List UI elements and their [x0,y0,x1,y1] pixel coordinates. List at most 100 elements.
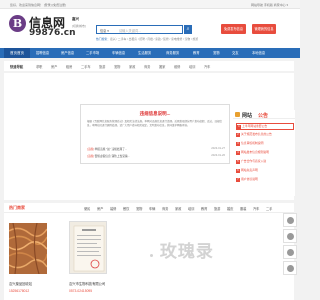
float-share-button[interactable] [283,213,297,227]
search-input[interactable]: 请输入关键词... [119,28,141,33]
quick-nav-item[interactable]: 搬家 [159,64,165,69]
notice-tag: [违规] [87,155,94,158]
notice-text: 警惕虚假信息 谨防上当受骗... [94,155,130,158]
search-icon: ⌕ [186,26,190,32]
announcement-item[interactable]: 4 网站发布信息规则说明 [236,150,294,155]
product-phone: 15256178012 [9,289,30,293]
logo-url[interactable]: 99876.cn [29,28,75,38]
product-title[interactable]: 嘉兴废品回收站 [9,281,32,286]
float-qr-button[interactable] [283,245,297,259]
notice-text: 举报违规 "如" 违规处理了... [94,148,128,151]
publish-button[interactable]: 免费发布信息 [221,24,246,34]
shop-cat[interactable]: 装修 [110,206,116,211]
quick-nav-item[interactable]: 租房 [66,64,72,69]
shop-bar: 热门商家 便民 房产 装修 餐饮 宠物 车辆 商务 家政 培训 教育 旅游 婚庆… [4,203,294,213]
shop-cat[interactable]: 婚庆 [227,206,233,211]
announcement-item[interactable]: 2 关于规范发布信息的公告 [236,132,294,137]
quick-nav-item[interactable]: 旅游 [99,64,105,69]
announcement-item-label: 信息审核机制说明 [241,141,264,145]
announcement-item-label: 上半年网站重要公告 [242,124,268,128]
shop-cat[interactable]: 车辆 [149,206,155,211]
float-wechat-button[interactable] [283,229,297,243]
nav-item[interactable]: 交友 [232,48,239,58]
publish-label: 免费发布信息 [223,27,244,31]
shop-cat[interactable]: 宠物 [136,206,142,211]
nav-item[interactable]: 二手市场 [86,48,99,58]
search-button[interactable]: ⌕ [184,25,192,34]
qr-icon [287,249,294,256]
product-title[interactable]: 嘉兴市生物科技有限公司 [69,281,105,286]
quick-nav-item[interactable]: 培训 [189,64,195,69]
shop-list [4,213,294,300]
search-box[interactable]: 信息 ▾ 请输入关键词... [96,25,183,34]
quick-nav-item[interactable]: 维修 [174,64,180,69]
announcement-item-label: 网站免责声明 [241,168,258,172]
notice-row[interactable]: [违规] 举报违规 "如" 违规处理了... 2023-01-27 [87,147,225,151]
shop-cat[interactable]: 房产 [97,206,103,211]
notice-title: 违规信息说明... [139,111,171,116]
share-icon [287,217,294,224]
notice-date: 2023-01-26 [211,154,225,157]
announcement-item[interactable]: 6 网站免责声明 [236,168,294,173]
nav-item[interactable]: 招聘信息 [36,48,49,58]
notice-row[interactable]: [违规] 警惕虚假信息 谨防上当受骗... 2023-01-26 [87,154,225,158]
quick-nav-item[interactable]: 宠物 [114,64,120,69]
quick-nav-item[interactable]: 商务 [144,64,150,69]
product-image-certificate[interactable] [69,221,107,274]
shop-title: 热门商家 [9,205,25,210]
shop-cat[interactable]: 商务 [162,206,168,211]
shop-cat[interactable]: 家政 [175,206,181,211]
product-phone: 0573-02415095 [69,289,93,293]
city-name: 嘉兴 [72,17,79,21]
top-bar: 您好，欢迎来到信息网！ [登录] [免费注册] 网站导航 手机版 商家中心 ▾ [0,0,300,9]
quick-nav-item[interactable]: 二手车 [81,64,91,69]
announcement-item[interactable]: 7 用户协议说明 [236,177,294,182]
shop-cat[interactable]: 服装 [240,206,246,211]
announcement-icon [235,112,240,117]
watermark: 玫瑰录 [150,237,214,262]
city-switch-link[interactable]: [切换城市] [72,24,86,28]
nav-item-home[interactable]: 首页首页 [4,48,30,58]
copper-wire-image [9,223,47,274]
manage-button[interactable]: 管理我的信息 [252,24,276,34]
shop-cat[interactable]: 汽车 [253,206,259,211]
shop-cat[interactable]: 餐饮 [123,206,129,211]
certificate-image [70,222,106,273]
quick-nav-item[interactable]: 房产 [51,64,57,69]
announcement-item-label: 关于规范发布信息的公告 [241,132,272,136]
nav-item[interactable]: 生活服务 [138,48,151,58]
nav-item[interactable]: 商务服务 [166,48,179,58]
logo-icon[interactable]: B [9,15,26,32]
shop-cat[interactable]: 旅游 [214,206,220,211]
quick-nav-label: 快速导航 [10,65,24,69]
shop-cat[interactable]: 便民 [84,206,90,211]
nav-item[interactable]: 宠物 [213,48,220,58]
float-top-button[interactable] [283,261,297,275]
watermark-text: 玫瑰录 [159,242,214,262]
notice-modal: 违规信息说明... 根据《互联网信息服务管理办法》及相关法律法规，本网对违规信息… [80,104,230,164]
quick-nav-item[interactable]: 汽车 [204,64,210,69]
announcement-item-label: 用户协议说明 [241,177,258,181]
announcement-item[interactable]: 5 广告合作与商家入驻 [236,159,294,164]
wechat-icon [287,233,294,240]
quick-nav-item[interactable]: 求职 [36,64,42,69]
shop-cat[interactable]: 培训 [188,206,194,211]
nav-item[interactable]: 房产信息 [61,48,74,58]
announcement-item[interactable]: 3 信息审核机制说明 [236,141,294,146]
quick-nav-item[interactable]: 家政 [129,64,135,69]
welcome-text[interactable]: 您好，欢迎来到信息网！ [登录] [免费注册] [10,3,66,7]
product-image-copper[interactable] [9,223,47,274]
top-links[interactable]: 网站导航 手机版 商家中心 ▾ [251,3,288,7]
hot-terms[interactable]: 嘉兴 / 二手车 / 出租房 / 招聘 / 月嫂 / 家政 / 装修 / 家电维… [110,37,198,41]
nav-item[interactable]: 本地信息 [252,48,265,58]
announcement-item[interactable]: 1 上半年网站重要公告 [236,123,294,130]
search-category-select[interactable]: 信息 ▾ [100,28,109,33]
shop-cat[interactable]: 教育 [201,206,207,211]
announcement-title-1: 网站 [242,112,253,119]
shop-cat[interactable]: 二手 [266,206,272,211]
announcement-header: 网站 公告 [233,110,295,119]
notice-date: 2023-01-27 [211,147,225,150]
nav-item[interactable]: 车辆信息 [112,48,125,58]
announcement-item-label: 网站发布信息规则说明 [241,150,269,154]
nav-item[interactable]: 教育 [193,48,200,58]
